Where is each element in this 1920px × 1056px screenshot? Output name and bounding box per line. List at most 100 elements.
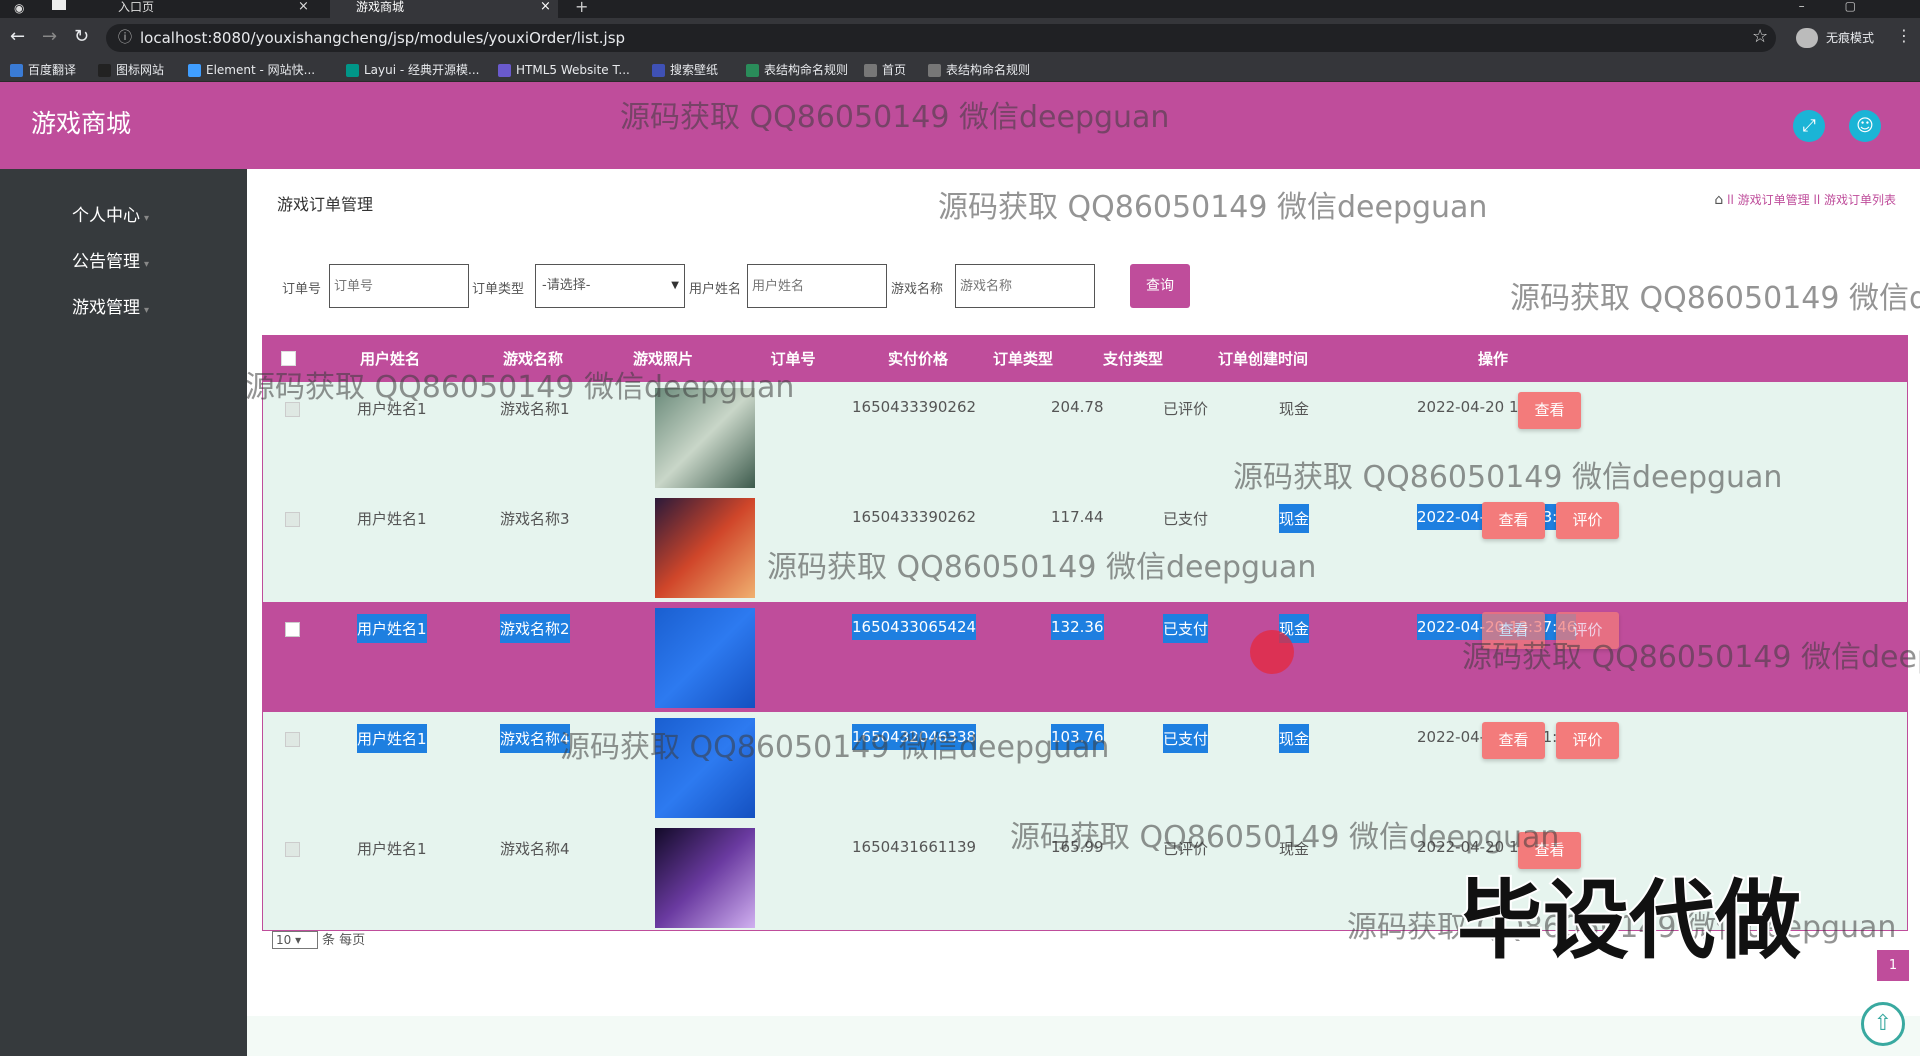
bookmark-item[interactable]: 表结构命名规则 xyxy=(928,62,1030,78)
bookmark-item[interactable]: 百度翻译 xyxy=(10,62,76,78)
sidebar: 个人中心 ▾ 公告管理 ▾ 游戏管理 ▾ xyxy=(0,169,247,1056)
sidebar-item-notice[interactable]: 公告管理 ▾ xyxy=(72,247,149,272)
cell-pay-type: 现金 xyxy=(1279,504,1310,533)
page-size-control: 10 ▾ 条 每页 xyxy=(272,929,365,949)
view-button[interactable]: 查看 xyxy=(1518,392,1581,429)
breadcrumb-item[interactable]: 游戏订单管理 xyxy=(1738,193,1810,207)
cell-order-type: 已支付 xyxy=(1163,614,1209,643)
column-header: 操作 xyxy=(1477,350,1508,368)
column-header[interactable]: 订单类型 xyxy=(973,336,1073,382)
window-controls[interactable]: –▢ xyxy=(1799,0,1896,12)
user-name-label: 用户姓名 xyxy=(689,282,742,297)
tab-label: 游戏商城 xyxy=(356,0,405,14)
home-icon[interactable]: ⌂ xyxy=(1714,192,1723,208)
table-row[interactable]: 用户姓名1 游戏名称1 1650433390262 204.78 已评价 现金 2022-0… xyxy=(263,382,1907,492)
sidebar-item-personal-center[interactable]: 个人中心 ▾ xyxy=(72,201,149,226)
cell-order-no: 1650432046338 xyxy=(852,724,977,750)
cell-pay-type: 现金 xyxy=(1279,724,1310,753)
bookmark-icon xyxy=(864,64,877,77)
rate-button[interactable]: 评价 xyxy=(1556,502,1619,539)
user-name-input[interactable] xyxy=(747,264,887,308)
bookmarks-bar: 百度翻译 图标网站 Element - 网站快... Layui - 经典开源模… xyxy=(0,58,1920,82)
back-icon[interactable]: ← xyxy=(10,28,25,46)
sidebar-item-game[interactable]: 游戏管理 ▾ xyxy=(72,293,149,318)
query-button[interactable]: 查询 xyxy=(1130,264,1190,308)
bookmark-icon xyxy=(498,64,511,77)
table-row[interactable]: 用户姓名1 游戏名称3 1650433390262 117.44 已支付 现金 2022-0… xyxy=(263,492,1907,602)
tab-entry[interactable]: 入口页 × xyxy=(92,0,310,18)
bookmark-item[interactable]: HTML5 Website T... xyxy=(498,62,630,78)
chevron-down-icon: ▾ xyxy=(144,259,150,270)
bookmark-label: 图标网站 xyxy=(116,63,165,77)
incognito-indicator[interactable]: 无痕模式 xyxy=(1796,26,1874,50)
order-type-select[interactable]: -请选择- ▼ xyxy=(535,264,685,308)
cell-price: 132.36 xyxy=(1051,614,1104,640)
view-button[interactable]: 查看 xyxy=(1482,722,1545,759)
game-photo xyxy=(655,608,755,708)
row-checkbox[interactable] xyxy=(285,732,300,747)
game-photo xyxy=(655,498,755,598)
column-header[interactable]: 用户姓名 xyxy=(323,336,457,382)
column-header[interactable]: 订单号 xyxy=(698,336,888,382)
bookmark-item[interactable]: 搜索壁纸 xyxy=(652,62,718,78)
fullscreen-icon[interactable]: ⤢ xyxy=(1793,110,1825,142)
back-to-top-icon[interactable]: ⇧ xyxy=(1861,1002,1905,1046)
order-no-input[interactable] xyxy=(329,264,469,308)
row-checkbox[interactable] xyxy=(285,622,300,637)
bookmark-item[interactable]: 表结构命名规则 xyxy=(746,62,848,78)
bookmark-icon xyxy=(346,64,359,77)
app-header: 游戏商城 ⤢ ☺ xyxy=(0,82,1920,169)
close-tab-icon[interactable]: × xyxy=(540,0,551,14)
user-icon[interactable]: ☺ xyxy=(1849,110,1881,142)
chevron-down-icon: ▾ xyxy=(144,305,150,316)
game-photo xyxy=(655,828,755,928)
breadcrumb-item[interactable]: 游戏订单列表 xyxy=(1824,193,1896,207)
rate-button[interactable]: 评价 xyxy=(1556,612,1619,649)
bookmark-label: 百度翻译 xyxy=(28,63,77,77)
reload-icon[interactable]: ↻ xyxy=(74,28,89,46)
cell-order-type: 已评价 xyxy=(1163,400,1209,418)
page-number-button[interactable]: 1 xyxy=(1877,950,1909,981)
site-info-icon[interactable]: ⓘ xyxy=(118,24,132,52)
select-all-checkbox[interactable] xyxy=(281,351,296,366)
column-header[interactable]: 游戏名称 xyxy=(468,336,598,382)
cell-pay-type: 现金 xyxy=(1279,400,1310,418)
page-title: 游戏订单管理 xyxy=(277,195,374,214)
bookmark-star-icon[interactable]: ☆ xyxy=(1752,26,1768,47)
row-checkbox[interactable] xyxy=(285,512,300,527)
tab-game-mall[interactable]: 游戏商城 × xyxy=(330,0,558,18)
bookmark-item[interactable]: Layui - 经典开源模... xyxy=(346,62,479,78)
view-button[interactable]: 查看 xyxy=(1482,502,1545,539)
new-tab-icon[interactable]: + xyxy=(575,0,588,15)
bookmark-icon xyxy=(746,64,759,77)
rate-button[interactable]: 评价 xyxy=(1556,722,1619,759)
sidebar-item-label: 个人中心 xyxy=(72,206,140,226)
row-checkbox[interactable] xyxy=(285,842,300,857)
url-field[interactable]: ⓘ localhost:8080/youxishangcheng/jsp/mod… xyxy=(106,24,1776,52)
page-size-select[interactable]: 10 ▾ xyxy=(272,931,318,949)
page-size-value: 10 xyxy=(276,933,292,947)
bookmark-item[interactable]: Element - 网站快... xyxy=(188,62,315,78)
column-header[interactable]: 实付价格 xyxy=(868,336,968,382)
game-name-input[interactable] xyxy=(955,264,1095,308)
bookmark-icon xyxy=(928,64,941,77)
chevron-down-icon: ▾ xyxy=(144,213,150,224)
incognito-label: 无痕模式 xyxy=(1826,31,1875,45)
order-no-label: 订单号 xyxy=(282,282,322,297)
sidebar-item-label: 游戏管理 xyxy=(72,298,140,318)
cell-price: 204.78 xyxy=(1051,398,1104,416)
table-row[interactable]: 用户姓名1 游戏名称4 1650432046338 103.76 已支付 现金 2022-0… xyxy=(263,712,1907,822)
view-button[interactable]: 查看 xyxy=(1482,612,1545,649)
table-row[interactable]: 用户姓名1 游戏名称2 1650433065424 132.36 已支付 现金 2022-0… xyxy=(263,602,1907,712)
cell-price: 117.44 xyxy=(1051,508,1104,526)
cell-order-no: 1650433065424 xyxy=(852,614,977,640)
bookmark-item[interactable]: 图标网站 xyxy=(98,62,164,78)
column-header[interactable]: 订单创建时间 xyxy=(1163,336,1363,382)
row-checkbox[interactable] xyxy=(285,402,300,417)
forward-icon[interactable]: → xyxy=(42,28,57,46)
bookmark-item[interactable]: 首页 xyxy=(864,62,906,78)
close-tab-icon[interactable]: × xyxy=(298,0,309,14)
overlay-stamp: 毕设代做 xyxy=(1455,869,1803,973)
browser-menu-icon[interactable]: ⋮ xyxy=(1896,26,1912,45)
cell-order-no: 1650431661139 xyxy=(852,838,977,856)
